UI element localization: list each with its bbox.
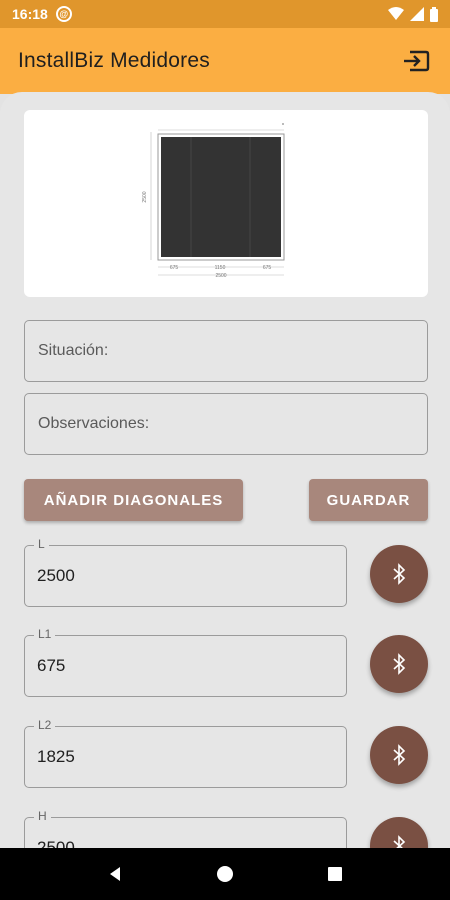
measure-value: 2500	[37, 566, 75, 585]
measure-field-l[interactable]: L 2500	[24, 537, 347, 607]
bluetooth-button-h[interactable]	[370, 817, 428, 848]
measure-value: 675	[37, 656, 66, 675]
measure-value: 2500	[37, 838, 75, 848]
measure-field-l1[interactable]: L1 675	[24, 627, 347, 697]
door-drawing-preview: 2500 675 1150 675 2500	[24, 110, 428, 297]
width-label-right: 675	[263, 265, 272, 271]
status-time: 16:18	[12, 6, 48, 22]
width-label-left: 675	[170, 265, 179, 271]
measure-field-l2[interactable]: L2 1825	[24, 718, 347, 788]
bluetooth-icon	[393, 744, 406, 766]
battery-icon	[430, 6, 438, 22]
bluetooth-icon	[393, 835, 406, 848]
width-label-center: 1150	[215, 265, 226, 271]
observaciones-placeholder: Observaciones:	[38, 415, 150, 432]
total-width-label: 2500	[215, 273, 226, 279]
home-icon[interactable]	[216, 865, 234, 883]
app-bar: InstallBiz Medidores	[0, 28, 450, 94]
measure-label: H	[34, 809, 51, 823]
door-drawing: 2500 675 1150 675 2500	[142, 123, 285, 279]
measure-label: L	[34, 537, 49, 551]
status-bar: 16:18 @	[0, 0, 450, 28]
exit-icon	[404, 50, 430, 72]
observaciones-field[interactable]: Observaciones:	[24, 393, 428, 455]
app-title: InstallBiz Medidores	[18, 49, 210, 72]
situacion-placeholder: Situación:	[38, 342, 109, 359]
measure-label: L1	[34, 627, 56, 641]
add-diagonals-button[interactable]: AÑADIR DIAGONALES	[24, 479, 243, 521]
status-icons	[388, 6, 438, 22]
measure-field-h[interactable]: H 2500	[24, 809, 347, 848]
situacion-field[interactable]: Situación:	[24, 320, 428, 382]
back-icon[interactable]	[106, 865, 124, 883]
bluetooth-icon	[393, 653, 406, 675]
measure-value: 1825	[37, 747, 75, 766]
wifi-icon	[388, 7, 404, 20]
content-sheet: 2500 675 1150 675 2500 Situación: Observ…	[0, 92, 450, 848]
bluetooth-button-l2[interactable]	[370, 726, 428, 784]
measure-label: L2	[34, 718, 56, 732]
save-button[interactable]: GUARDAR	[309, 479, 428, 521]
recents-icon[interactable]	[326, 865, 344, 883]
bluetooth-button-l[interactable]	[370, 545, 428, 603]
exit-button[interactable]	[400, 45, 432, 77]
bluetooth-button-l1[interactable]	[370, 635, 428, 693]
system-nav-bar	[0, 848, 450, 900]
bluetooth-icon	[393, 563, 406, 585]
cell-signal-icon	[410, 7, 424, 21]
sync-icon: @	[55, 6, 72, 22]
height-dimension-label: 2500	[142, 191, 148, 202]
